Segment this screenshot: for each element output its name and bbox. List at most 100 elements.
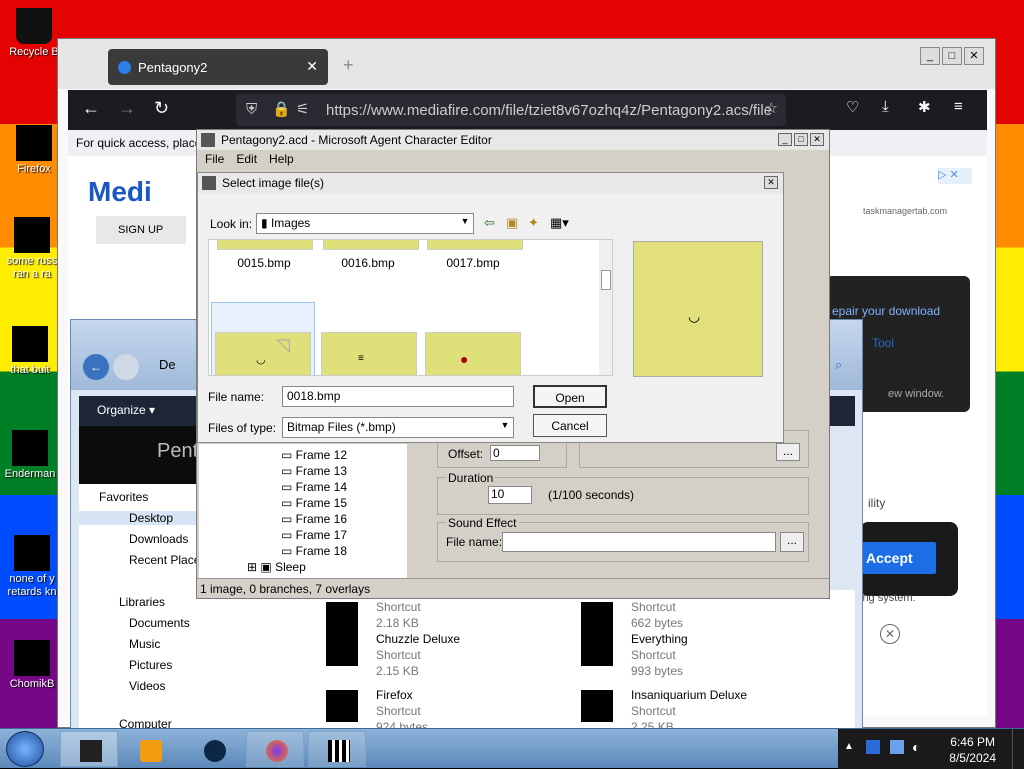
shield-icon[interactable]: ⛨: [246, 101, 257, 118]
show-desktop-button[interactable]: [1012, 729, 1024, 769]
enderman-icon[interactable]: Enderman: [2, 430, 58, 481]
tree-item[interactable]: ▭ Frame 15: [281, 496, 347, 510]
tree-item[interactable]: ▭ Frame 12: [281, 448, 347, 462]
extensions-icon[interactable]: ✱: [918, 98, 931, 116]
lock-icon[interactable]: 🔒: [272, 100, 291, 118]
forward-icon[interactable]: [113, 354, 139, 380]
nav-desktop[interactable]: Desktop: [79, 511, 203, 525]
pocket-icon[interactable]: ♡: [846, 98, 859, 116]
offset-input[interactable]: 0: [490, 445, 540, 461]
taskbar-button[interactable]: [60, 731, 118, 767]
close-icon[interactable]: ✕: [764, 176, 778, 189]
chomikbox-icon[interactable]: ChomikB: [4, 640, 60, 691]
desktop-file-icon[interactable]: that buit: [2, 326, 58, 377]
nav-videos[interactable]: Videos: [129, 679, 165, 693]
view-menu-icon[interactable]: ▦▾: [550, 215, 569, 231]
tree-item[interactable]: ▭ Frame 17: [281, 528, 347, 542]
list-item[interactable]: Everything Shortcut 993 bytes: [581, 632, 821, 682]
back-icon[interactable]: ←: [83, 354, 109, 380]
tab-pentagony2[interactable]: Pentagony2 ✕: [108, 49, 328, 85]
url-bar[interactable]: ⛨ 🔒 ⚟ https://www.mediafire.com/file/tzi…: [236, 94, 786, 126]
tray-arrow-icon[interactable]: ▲: [844, 741, 854, 752]
tray-app-icon[interactable]: [866, 740, 880, 754]
tree-item[interactable]: ▭ Frame 16: [281, 512, 347, 526]
nav-favorites[interactable]: Favorites: [99, 490, 148, 504]
menu-file[interactable]: File: [205, 152, 224, 166]
file-0017[interactable]: 0017.bmp: [418, 256, 528, 270]
nav-downloads[interactable]: Downloads: [129, 532, 188, 546]
ad-choices-icon[interactable]: ▷ ✕: [938, 168, 972, 184]
file-0016[interactable]: 0016.bmp: [313, 256, 423, 270]
menu-help[interactable]: Help: [269, 152, 294, 166]
bmp-thumbnail[interactable]: ◡ ◹: [215, 332, 311, 375]
firefox-desktop-icon[interactable]: Firefox: [6, 125, 62, 176]
file-name-input[interactable]: 0018.bmp: [282, 386, 514, 407]
browse-image-button[interactable]: ...: [776, 443, 800, 461]
recycle-bin-icon[interactable]: Recycle B: [6, 8, 62, 59]
bookmark-star-icon[interactable]: ☆: [765, 99, 778, 117]
duration-input[interactable]: 10: [488, 486, 532, 504]
nav-pictures[interactable]: Pictures: [129, 658, 172, 672]
permissions-icon[interactable]: ⚟: [296, 100, 309, 118]
volume-icon[interactable]: ◐: [912, 739, 920, 755]
organize-button[interactable]: Organize: [97, 403, 146, 417]
bmp-thumbnail[interactable]: [323, 240, 419, 250]
close-icon[interactable]: ✕: [810, 133, 824, 146]
tree-item[interactable]: ▭ Frame 14: [281, 480, 347, 494]
address-bar[interactable]: De: [159, 357, 176, 372]
back-icon[interactable]: ←: [82, 98, 100, 119]
clock[interactable]: 6:46 PM 8/5/2024: [949, 734, 996, 766]
tree-item[interactable]: ▭ Frame 18: [281, 544, 347, 558]
open-button[interactable]: Open: [533, 385, 607, 408]
desktop-file-icon[interactable]: some russ ran a ra: [4, 217, 60, 281]
select-image-dialog: Select image file(s) ✕ Look in: ▮ Images ▼…: [197, 172, 784, 443]
bmp-thumbnail[interactable]: ≡: [321, 332, 417, 375]
bmp-thumbnail[interactable]: [427, 240, 523, 250]
close-ad-icon[interactable]: ✕: [880, 624, 900, 644]
minimize-icon[interactable]: _: [920, 47, 940, 65]
signup-button[interactable]: SIGN UP: [96, 216, 186, 244]
taskbar-button[interactable]: [246, 731, 304, 767]
nav-documents[interactable]: Documents: [129, 616, 190, 630]
menu-edit[interactable]: Edit: [236, 152, 257, 166]
reload-icon[interactable]: ↻: [154, 98, 169, 119]
minimize-icon[interactable]: _: [778, 133, 792, 146]
taskbar-button[interactable]: [120, 731, 178, 767]
start-button[interactable]: [6, 731, 44, 767]
scrollbar[interactable]: [599, 240, 612, 375]
nav-libraries[interactable]: Libraries: [119, 595, 165, 609]
new-folder-icon[interactable]: ✦: [528, 215, 539, 231]
bmp-thumbnail[interactable]: ●: [425, 332, 521, 375]
back-icon[interactable]: ⇦: [484, 215, 495, 231]
file-0015[interactable]: 0015.bmp: [209, 256, 319, 270]
close-tab-icon[interactable]: ✕: [306, 58, 318, 75]
accept-button[interactable]: Accept: [862, 542, 936, 574]
menu-icon[interactable]: ≡: [954, 98, 963, 115]
sound-file-input[interactable]: [502, 532, 776, 552]
ad-text: taskmanagertab.com: [863, 206, 948, 216]
cancel-button[interactable]: Cancel: [533, 414, 607, 437]
browse-sound-button[interactable]: ...: [780, 532, 804, 552]
mediafire-logo[interactable]: Medi: [88, 176, 152, 208]
file-type-select[interactable]: Bitmap Files (*.bmp) ▼: [282, 417, 514, 438]
network-icon[interactable]: [890, 740, 904, 754]
search-icon[interactable]: ⌕: [835, 357, 842, 373]
nav-music[interactable]: Music: [129, 637, 160, 651]
nav-recent-places[interactable]: Recent Place: [129, 553, 200, 567]
look-in-select[interactable]: ▮ Images ▼: [256, 213, 474, 234]
maximize-icon[interactable]: □: [794, 133, 808, 146]
forward-icon[interactable]: →: [118, 98, 136, 119]
maximize-icon[interactable]: □: [942, 47, 962, 65]
downloads-icon[interactable]: ⤓: [882, 98, 889, 115]
close-icon[interactable]: ✕: [964, 47, 984, 65]
up-folder-icon[interactable]: ▣: [506, 215, 518, 231]
taskbar-button[interactable]: [184, 731, 242, 767]
taskbar-button[interactable]: [308, 731, 366, 767]
tree-item[interactable]: ▭ Frame 13: [281, 464, 347, 478]
tree-item-sleep[interactable]: ⊞ ▣ Sleep: [247, 560, 306, 574]
status-bar: 1 image, 0 branches, 7 overlays: [197, 578, 829, 598]
new-tab-icon[interactable]: +: [343, 55, 354, 76]
desktop-file-icon[interactable]: none of y retards kn: [4, 535, 60, 599]
bmp-thumbnail[interactable]: [217, 240, 313, 250]
list-item[interactable]: Chuzzle Deluxe Shortcut 2.15 KB: [326, 632, 566, 682]
